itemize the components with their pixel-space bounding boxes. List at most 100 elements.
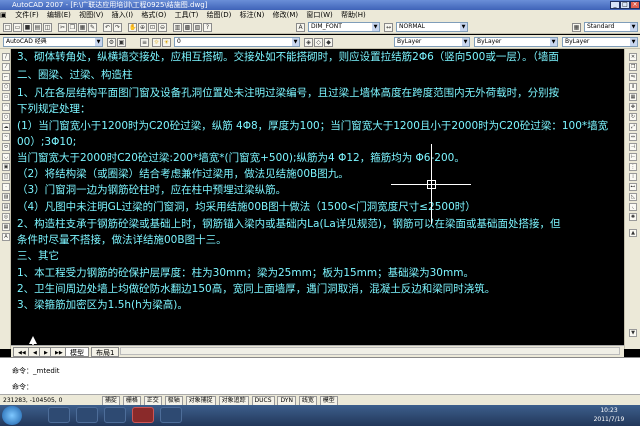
circle-icon[interactable]: ○ [2,113,10,121]
scroll-up-icon[interactable]: ▲ [629,229,637,237]
stretch-icon[interactable]: ⇔ [629,133,637,141]
ellipse-icon[interactable]: ⬭ [2,143,10,151]
gradient-icon[interactable]: ▤ [2,203,10,211]
erase-icon[interactable]: ✕ [629,53,637,61]
app-task-icon[interactable] [160,407,182,423]
insert-block-icon[interactable]: ▣ [2,163,10,171]
minimize-button[interactable]: _ [610,1,620,9]
layer-freeze-icon[interactable]: ☀ [162,38,171,47]
break-point-icon[interactable]: ⋮ [629,163,637,171]
media-player-icon[interactable] [104,407,126,423]
menu-insert[interactable]: 插入(I) [109,10,137,21]
scroll-down-icon[interactable]: ▼ [629,329,637,337]
help-icon[interactable]: ? [203,23,212,32]
menu-format[interactable]: 格式(O) [138,10,169,21]
color-select[interactable]: ByLayer ▼ [394,37,470,47]
spline-icon[interactable]: ~ [2,133,10,141]
ie-icon[interactable] [48,407,70,423]
menu-edit[interactable]: 编辑(E) [44,10,74,21]
hatch-icon[interactable]: ▨ [2,193,10,201]
linetype-select[interactable]: ByLayer ▼ [474,37,558,47]
arc-icon[interactable]: ◠ [2,103,10,111]
design-center-icon[interactable]: ▩ [183,23,192,32]
pan-icon[interactable]: ✋ [128,23,137,32]
undo-icon[interactable]: ↶ [103,23,112,32]
workspace-select[interactable]: AutoCAD 经典 ▼ [3,37,103,47]
explode-icon[interactable]: ✺ [629,213,637,221]
layer-on-icon[interactable]: ☼ [152,38,161,47]
horizontal-scrollbar[interactable] [120,347,620,355]
menu-help[interactable]: 帮助(H) [338,10,369,21]
preview-icon[interactable]: ◫ [43,23,52,32]
properties-icon[interactable]: ▥ [173,23,182,32]
copy-icon[interactable]: ❐ [68,23,77,32]
make-current-icon[interactable]: ◈ [304,38,313,47]
break-icon[interactable]: ⁞ [629,173,637,181]
close-button[interactable]: × [630,1,640,9]
text-style-select[interactable]: DIM_FONT ▼ [308,22,380,32]
offset-icon[interactable]: ⫴ [629,83,637,91]
mirror-icon[interactable]: ⇋ [629,73,637,81]
explorer-icon[interactable] [76,407,98,423]
scale-icon[interactable]: ⤢ [629,123,637,131]
menu-tools[interactable]: 工具(T) [172,10,202,21]
move-icon[interactable]: ✥ [629,103,637,111]
fillet-icon[interactable]: ◟ [629,203,637,211]
mtext-icon[interactable]: A [2,233,10,241]
tool-palette-icon[interactable]: ▧ [193,23,202,32]
polyline-icon[interactable]: ⌐ [2,73,10,81]
ellipse-arc-icon[interactable]: ◡ [2,153,10,161]
paste-icon[interactable]: ▦ [78,23,87,32]
zoom-window-icon[interactable]: ⊡ [148,23,157,32]
layer-select[interactable]: 0 ▼ [174,37,300,47]
trim-icon[interactable]: ⊣ [629,143,637,151]
layer-previous-icon[interactable]: ◇ [314,38,323,47]
workspace-settings-icon[interactable]: ⚙ [107,38,116,47]
join-icon[interactable]: ⊷ [629,183,637,191]
maximize-button[interactable]: □ [620,1,630,9]
menu-draw[interactable]: 绘图(D) [204,10,235,21]
autocad-task-icon[interactable] [132,407,154,423]
workspace-save-icon[interactable]: ▣ [117,38,126,47]
table-style-select[interactable]: Standard ▼ [584,22,638,32]
menu-file[interactable]: 文件(F) [12,10,42,21]
match-icon[interactable]: ✎ [88,23,97,32]
table-icon[interactable]: ▦ [2,223,10,231]
menu-view[interactable]: 视图(V) [76,10,106,21]
plot-icon[interactable]: ▤ [33,23,42,32]
lineweight-select[interactable]: ByLayer ▼ [562,37,638,47]
line-icon[interactable]: / [2,53,10,61]
save-icon[interactable]: ■ [23,23,32,32]
make-block-icon[interactable]: ◫ [2,173,10,181]
redo-icon[interactable]: ↷ [113,23,122,32]
rectangle-icon[interactable]: ▭ [2,93,10,101]
zoom-previous-icon[interactable]: ⊖ [158,23,167,32]
command-prompt[interactable]: 命令： [12,382,33,392]
drawing-canvas[interactable]: 3、砌体转角处，纵横墙交接处，应相互搭砌。交接处如不能搭砌时，则应设置拉结筋2Φ… [11,49,624,345]
new-icon[interactable]: □ [3,23,12,32]
tab-layout1[interactable]: 布局1 [91,347,120,357]
construction-line-icon[interactable]: ⁄ [2,63,10,71]
command-window[interactable]: 命令：_mtedit 命令： [0,357,640,394]
array-icon[interactable]: ▦ [629,93,637,101]
open-icon[interactable]: ▭ [13,23,22,32]
layer-state-icon[interactable]: ◆ [324,38,333,47]
region-icon[interactable]: ◎ [2,213,10,221]
app-icon[interactable]: ▣ [0,10,10,21]
zoom-icon[interactable]: ⊕ [138,23,147,32]
tab-model[interactable]: 模型 [65,347,89,357]
menu-dimension[interactable]: 标注(N) [237,10,268,21]
polygon-icon[interactable]: ⬡ [2,83,10,91]
cut-icon[interactable]: ✂ [58,23,67,32]
point-icon[interactable]: · [2,183,10,191]
rotate-icon[interactable]: ↻ [629,113,637,121]
extend-icon[interactable]: ⊢ [629,153,637,161]
revcloud-icon[interactable]: ☁ [2,123,10,131]
menu-window[interactable]: 窗口(W) [303,10,335,21]
layer-manager-icon[interactable]: ≡ [140,38,149,47]
chamfer-icon[interactable]: ◺ [629,193,637,201]
system-clock[interactable]: 10:23 2011/7/19 [580,406,638,425]
start-button[interactable] [2,406,22,425]
copy-object-icon[interactable]: ❐ [629,63,637,71]
dim-style-select[interactable]: NORMAL ▼ [396,22,468,32]
